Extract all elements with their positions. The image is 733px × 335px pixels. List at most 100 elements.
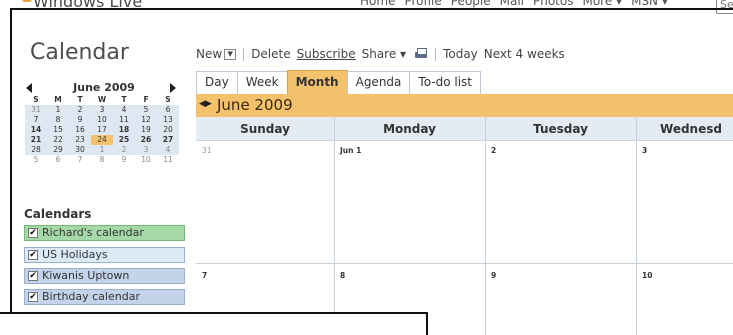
delete-button[interactable]: Delete [251,47,290,61]
weekday-label: M [54,95,62,104]
next-4-weeks-button[interactable]: Next 4 weeks [484,47,565,61]
mini-day[interactable]: 4 [113,105,135,115]
toolbar-divider [243,47,245,61]
day-cell-number[interactable]: 8 [340,271,345,280]
calendar-item-birthday[interactable]: ✔ Birthday calendar [24,289,185,305]
mini-day[interactable]: 10 [135,155,157,165]
mini-day[interactable]: 12 [135,115,157,125]
mini-day[interactable]: 29 [47,145,69,155]
mini-day[interactable]: 1 [91,145,113,155]
mini-day-today[interactable]: 24 [91,135,113,145]
next-month-icon[interactable] [170,83,176,93]
today-button[interactable]: Today [443,47,478,61]
chevron-down-icon[interactable]: ▼ [224,49,237,60]
grid-divider [334,117,335,335]
day-cell-number[interactable]: 3 [642,146,647,155]
mini-day[interactable]: 19 [135,125,157,135]
mini-day[interactable]: 9 [113,155,135,165]
mini-day[interactable]: 3 [135,145,157,155]
mini-day[interactable]: 27 [157,135,179,145]
mini-day[interactable]: 30 [69,145,91,155]
mini-day[interactable]: 2 [113,145,135,155]
view-tabs: Day Week Month Agenda To-do list [196,70,481,94]
mini-day[interactable]: 22 [47,135,69,145]
mini-day[interactable]: 2 [69,105,91,115]
mini-day[interactable]: 20 [157,125,179,135]
mini-day[interactable]: 15 [47,125,69,135]
mini-day[interactable]: 7 [69,155,91,165]
nav-more[interactable]: More ▾ [582,0,622,8]
mini-day[interactable]: 16 [69,125,91,135]
mini-day[interactable]: 31 [25,105,47,115]
tab-month[interactable]: Month [286,70,348,94]
mini-day[interactable]: 8 [47,115,69,125]
weekday-label: F [143,95,149,104]
day-cell-number[interactable]: 9 [491,271,496,280]
mini-day[interactable]: 21 [25,135,47,145]
grid-row-divider [196,263,733,264]
mini-day[interactable]: 4 [157,145,179,155]
tab-day[interactable]: Day [196,71,238,94]
mini-day[interactable]: 1 [47,105,69,115]
mini-day[interactable]: 11 [157,155,179,165]
mini-day[interactable]: 7 [25,115,47,125]
day-cell-number[interactable]: 31 [202,146,212,155]
mini-day[interactable]: 25 [113,135,135,145]
mini-day[interactable]: 8 [91,155,113,165]
calendar-item-richards[interactable]: ✔ Richard's calendar [24,225,185,241]
windows-live-logo-icon [22,0,32,2]
mini-day[interactable]: 10 [91,115,113,125]
mini-day[interactable]: 17 [91,125,113,135]
nav-home[interactable]: Home [360,0,395,8]
search-input[interactable]: Se [716,0,733,14]
previous-month-icon[interactable] [26,83,32,93]
day-cell-number[interactable]: 7 [202,271,207,280]
mini-day[interactable]: 6 [157,105,179,115]
mini-day[interactable]: 26 [135,135,157,145]
page-title: Calendar [30,40,129,65]
mini-day[interactable]: 23 [69,135,91,145]
mini-day[interactable]: 13 [157,115,179,125]
mini-calendar: June 2009 S M T W T F S 31 1 2 3 4 5 6 7… [24,81,184,165]
calendar-item-label: US Holidays [42,248,108,261]
mini-day[interactable]: 9 [69,115,91,125]
day-cell-number[interactable]: 2 [491,146,496,155]
tab-week[interactable]: Week [236,71,288,94]
nav-photos[interactable]: Photos [533,0,573,8]
frame-border-top [10,8,733,10]
mini-day[interactable]: 18 [113,125,135,135]
month-title: June 2009 [217,96,293,114]
mini-day[interactable]: 5 [135,105,157,115]
nav-people[interactable]: People [451,0,491,8]
day-cell-number[interactable]: 10 [642,271,652,280]
grid-divider [485,117,486,335]
weekday-label: S [33,95,39,104]
checkbox-checked-icon[interactable]: ✔ [28,271,38,281]
mini-day[interactable]: 28 [25,145,47,155]
mini-day[interactable]: 11 [113,115,135,125]
calendar-item-label: Kiwanis Uptown [42,269,130,282]
calendar-item-label: Richard's calendar [42,226,144,239]
mini-day[interactable]: 14 [25,125,47,135]
subscribe-link[interactable]: Subscribe [297,47,356,61]
mini-day[interactable]: 5 [25,155,47,165]
mini-day[interactable]: 3 [91,105,113,115]
checkbox-checked-icon[interactable]: ✔ [28,250,38,260]
tab-agenda[interactable]: Agenda [346,71,411,94]
nav-profile[interactable]: Profile [404,0,441,8]
calendar-item-kiwanis[interactable]: ✔ Kiwanis Uptown [24,268,185,284]
checkbox-checked-icon[interactable]: ✔ [28,228,38,238]
checkbox-checked-icon[interactable]: ✔ [28,292,38,302]
day-cell-number[interactable]: Jun 1 [340,146,361,155]
tab-todo-list[interactable]: To-do list [409,71,481,94]
mini-day[interactable]: 6 [47,155,69,165]
new-button[interactable]: New ▼ [196,47,237,61]
top-nav: Home Profile People Mail Photos More ▾ M… [360,0,668,8]
share-button[interactable]: Share ▾ [362,47,406,61]
print-icon[interactable] [414,48,428,60]
nav-msn[interactable]: MSN ▾ [631,0,668,8]
calendar-item-us-holidays[interactable]: ✔ US Holidays [24,247,185,263]
grid-divider [636,117,637,335]
month-nav-arrows-icon[interactable]: ◀▶ [199,99,212,109]
nav-mail[interactable]: Mail [500,0,524,8]
